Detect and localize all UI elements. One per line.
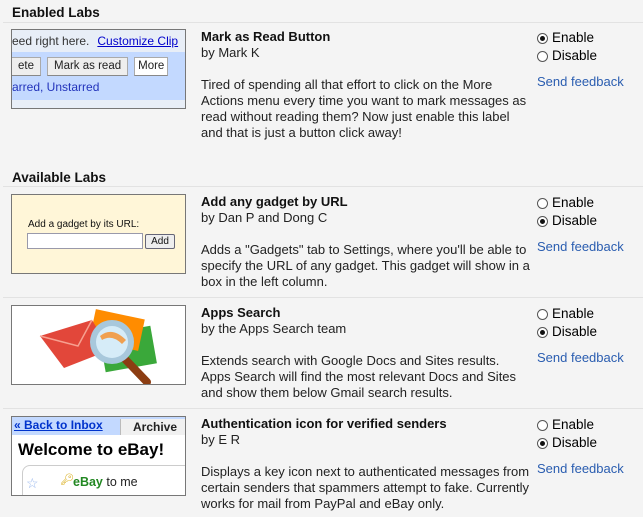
available-labs-heading: Available Labs — [12, 170, 107, 185]
lab-info: Mark as Read Button by Mark K Tired of s… — [201, 29, 531, 141]
lab-thumbnail — [11, 305, 186, 385]
lab-title: Apps Search — [201, 305, 281, 320]
send-feedback-link[interactable]: Send feedback — [537, 460, 643, 478]
send-feedback-link[interactable]: Send feedback — [537, 349, 643, 367]
thumb-gadget-label: Add a gadget by its URL: — [28, 219, 140, 230]
lab-author: by Dan P and Dong C — [201, 210, 328, 225]
thumb-delete-button: ete — [12, 57, 41, 76]
lab-thumbnail: Add a gadget by its URL: Add — [11, 194, 186, 274]
radio-unselected-icon[interactable] — [537, 197, 548, 209]
thumb-mark-read-button: Mark as read — [47, 57, 129, 76]
key-icon: 🔑︎ — [60, 474, 74, 486]
lab-info: Authentication icon for verified senders… — [201, 416, 531, 512]
enable-label: Enable — [552, 195, 595, 210]
radio-unselected-icon[interactable] — [537, 50, 548, 62]
radio-selected-icon[interactable] — [537, 326, 548, 338]
disable-label: Disable — [552, 48, 598, 63]
lab-controls: Enable Disable Send feedback — [537, 416, 643, 478]
radio-selected-icon[interactable] — [537, 215, 548, 227]
enable-label: Enable — [552, 30, 595, 45]
enable-radio[interactable]: Enable — [537, 194, 643, 212]
enable-label: Enable — [552, 306, 595, 321]
enable-radio[interactable]: Enable — [537, 416, 643, 434]
apps-search-magnifier-icon — [39, 309, 157, 384]
thumb-add-button: Add — [145, 234, 175, 249]
thumb-back-link: « Back to Inbox — [14, 418, 103, 432]
enable-label: Enable — [552, 417, 595, 432]
radio-selected-icon[interactable] — [537, 32, 548, 44]
thumb-sender-name: eBay — [73, 475, 103, 489]
thumb-sender: eBay to me — [73, 475, 138, 489]
lab-info: Apps Search by the Apps Search team Exte… — [201, 305, 531, 401]
disable-radio[interactable]: Disable — [537, 323, 643, 341]
lab-title: Mark as Read Button — [201, 29, 331, 44]
thumb-top-bar: eed right here. Customize Clip — [12, 30, 185, 52]
lab-description: Displays a key icon next to authenticate… — [201, 464, 530, 511]
row-divider — [3, 408, 643, 409]
lab-author: by the Apps Search team — [201, 321, 347, 336]
enable-radio[interactable]: Enable — [537, 29, 643, 47]
enable-radio[interactable]: Enable — [537, 305, 643, 323]
thumb-bottom-bar — [12, 100, 185, 108]
thumb-buttons: ete Mark as read More — [12, 57, 174, 76]
lab-title: Authentication icon for verified senders — [201, 416, 447, 431]
lab-description: Tired of spending all that effort to cli… — [201, 77, 527, 140]
radio-unselected-icon[interactable] — [537, 308, 548, 320]
lab-description: Extends search with Google Docs and Site… — [201, 353, 517, 400]
disable-radio[interactable]: Disable — [537, 212, 643, 230]
thumb-starred-text: arred, Unstarred — [12, 80, 100, 94]
disable-label: Disable — [552, 435, 598, 450]
radio-selected-icon[interactable] — [537, 437, 548, 449]
disable-radio[interactable]: Disable — [537, 434, 643, 452]
thumb-subject: Welcome to eBay! — [18, 440, 165, 459]
lab-author: by E R — [201, 432, 241, 447]
lab-controls: Enable Disable Send feedback — [537, 29, 643, 91]
lab-thumbnail: eed right here. Customize Clip ete Mark as… — [11, 29, 186, 109]
section-divider — [3, 186, 643, 187]
radio-unselected-icon[interactable] — [537, 419, 548, 431]
thumb-text: eed right here. — [12, 34, 90, 48]
lab-author: by Mark K — [201, 45, 260, 60]
lab-title: Add any gadget by URL — [201, 194, 348, 209]
disable-label: Disable — [552, 213, 598, 228]
lab-controls: Enable Disable Send feedback — [537, 305, 643, 367]
lab-thumbnail: « Back to Inbox Archive Welcome to eBay!… — [11, 416, 186, 496]
disable-label: Disable — [552, 324, 598, 339]
lab-description: Adds a "Gadgets" tab to Settings, where … — [201, 242, 530, 289]
section-divider — [3, 22, 643, 23]
disable-radio[interactable]: Disable — [537, 47, 643, 65]
row-divider — [3, 297, 643, 298]
thumb-header: « Back to Inbox Archive — [12, 417, 185, 435]
thumb-more-button: More — [134, 57, 169, 76]
enabled-labs-heading: Enabled Labs — [12, 5, 100, 20]
thumb-archive-button: Archive — [120, 419, 185, 435]
thumb-url-input — [27, 233, 143, 249]
star-icon: ☆ — [26, 475, 39, 491]
send-feedback-link[interactable]: Send feedback — [537, 238, 643, 256]
lab-controls: Enable Disable Send feedback — [537, 194, 643, 256]
lab-info: Add any gadget by URL by Dan P and Dong … — [201, 194, 531, 290]
thumb-recipient: to me — [106, 475, 138, 489]
send-feedback-link[interactable]: Send feedback — [537, 73, 643, 91]
thumb-link: Customize Clip — [97, 34, 179, 48]
